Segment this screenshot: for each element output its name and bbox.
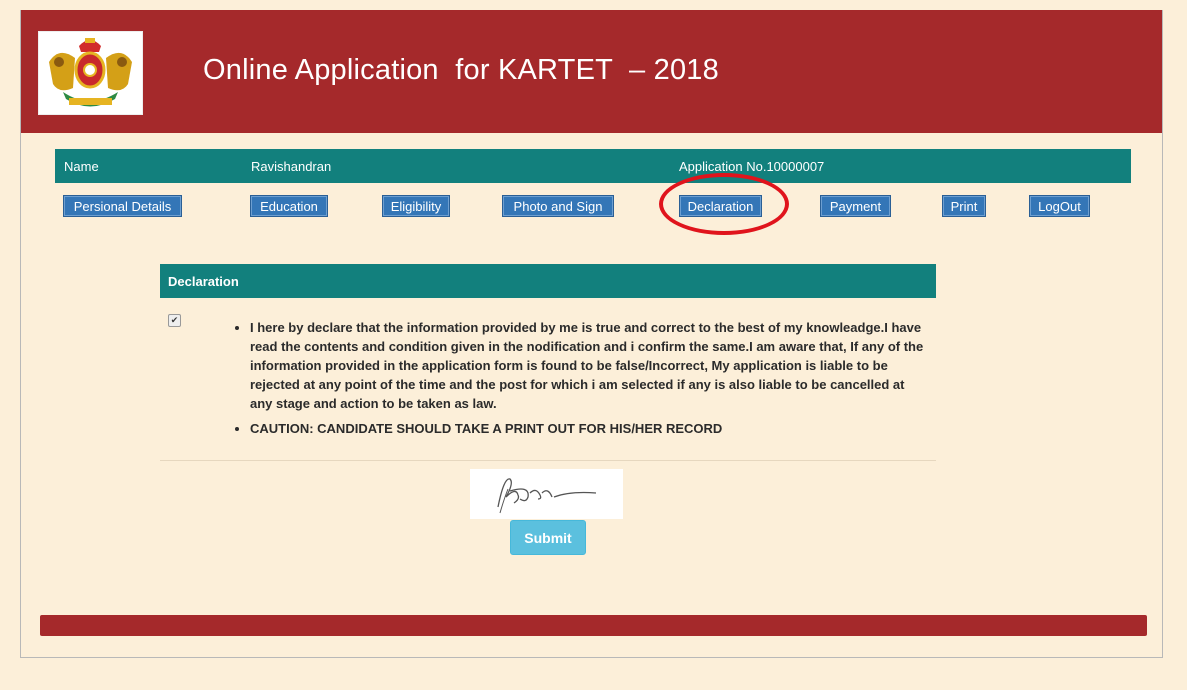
application-number: Application No.10000007 [679, 159, 825, 174]
nav-logout-button[interactable]: LogOut [1029, 195, 1090, 217]
declaration-checkbox[interactable]: ✔ [168, 314, 181, 327]
nav-photo-and-sign-button[interactable]: Photo and Sign [502, 195, 614, 217]
nav-declaration-button[interactable]: Declaration [679, 195, 762, 217]
signature-image [470, 469, 623, 519]
caution-note: CAUTION: CANDIDATE SHOULD TAKE A PRINT O… [250, 419, 930, 438]
applicant-info-bar: Name Ravishandran Application No.1000000… [55, 149, 1131, 183]
nav-eligibility-button[interactable]: Eligibility [382, 195, 450, 217]
footer-bar [40, 615, 1147, 636]
divider [160, 460, 936, 461]
page-frame: Online Application for KARTET – 2018 Nam… [20, 10, 1163, 658]
submit-button[interactable]: Submit [510, 520, 586, 555]
header-banner: Online Application for KARTET – 2018 [21, 10, 1162, 133]
name-label: Name [64, 159, 99, 174]
declaration-text-block: I here by declare that the information p… [230, 318, 930, 444]
declaration-heading: Declaration [160, 264, 936, 298]
karnataka-emblem-logo [38, 31, 143, 115]
nav-print-button[interactable]: Print [942, 195, 986, 217]
applicant-name: Ravishandran [251, 159, 332, 174]
nav-personal-details-button[interactable]: Persional Details [63, 195, 182, 217]
nav-payment-button[interactable]: Payment [820, 195, 891, 217]
nav-education-button[interactable]: Education [250, 195, 328, 217]
declaration-statement: I here by declare that the information p… [250, 318, 930, 413]
page-title: Online Application for KARTET – 2018 [203, 54, 719, 86]
